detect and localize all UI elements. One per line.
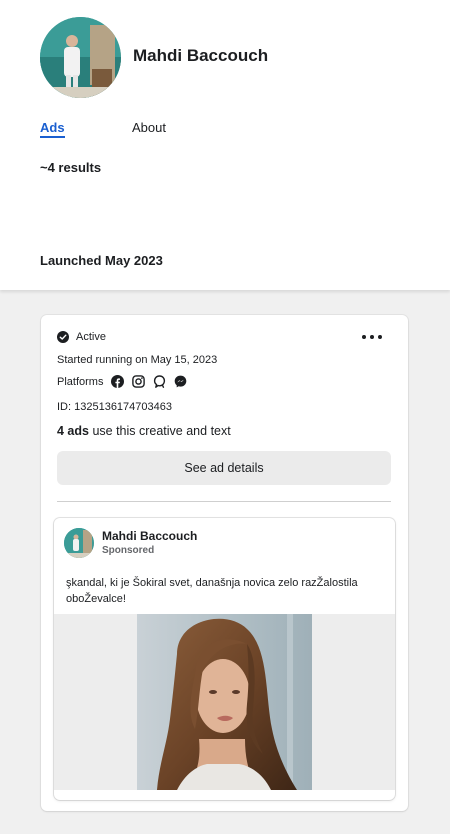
creative-usage: 4 ads use this creative and text <box>57 424 231 438</box>
profile-avatar-photo <box>40 17 121 98</box>
audience-network-icon <box>154 375 166 388</box>
check-circle-icon <box>57 331 69 343</box>
creative-usage-count: 4 ads <box>57 424 89 438</box>
ad-id: ID: 1325136174703463 <box>57 401 172 413</box>
creative-usage-text: use this creative and text <box>88 424 231 438</box>
results-count: ~4 results <box>40 160 102 175</box>
status-label: Active <box>76 331 106 343</box>
start-date: Started running on May 15, 2023 <box>57 354 218 366</box>
messenger-icon <box>175 375 187 388</box>
advertiser-avatar[interactable] <box>64 528 94 558</box>
platforms-row: Platforms <box>57 375 195 388</box>
advertiser-name[interactable]: Mahdi Baccouch <box>102 529 197 543</box>
instagram-icon <box>132 375 146 388</box>
profile-name: Mahdi Baccouch <box>133 46 269 65</box>
status-row: Active <box>57 331 106 343</box>
tab-ads[interactable]: Ads <box>40 120 65 138</box>
ad-media[interactable] <box>54 614 395 790</box>
facebook-icon <box>111 375 125 388</box>
ad-preview: Mahdi Baccouch Sponsored şkandal, ki je … <box>54 518 395 800</box>
ad-card: Active Started running on May 15, 2023 P… <box>41 315 408 811</box>
profile-avatar[interactable] <box>40 17 121 98</box>
see-ad-details-button[interactable]: See ad details <box>57 451 391 485</box>
section-heading: Launched May 2023 <box>40 253 163 268</box>
profile-header: Mahdi Baccouch Ads About ~4 results Laun… <box>0 0 450 290</box>
sponsored-label: Sponsored <box>102 545 155 556</box>
ad-body-text: şkandal, ki je Šokiral svet, današnja no… <box>66 577 358 605</box>
more-options-icon[interactable] <box>362 332 382 342</box>
divider <box>57 501 391 502</box>
ad-image <box>137 614 312 790</box>
tab-about[interactable]: About <box>132 120 166 135</box>
platforms-label: Platforms <box>57 375 104 388</box>
